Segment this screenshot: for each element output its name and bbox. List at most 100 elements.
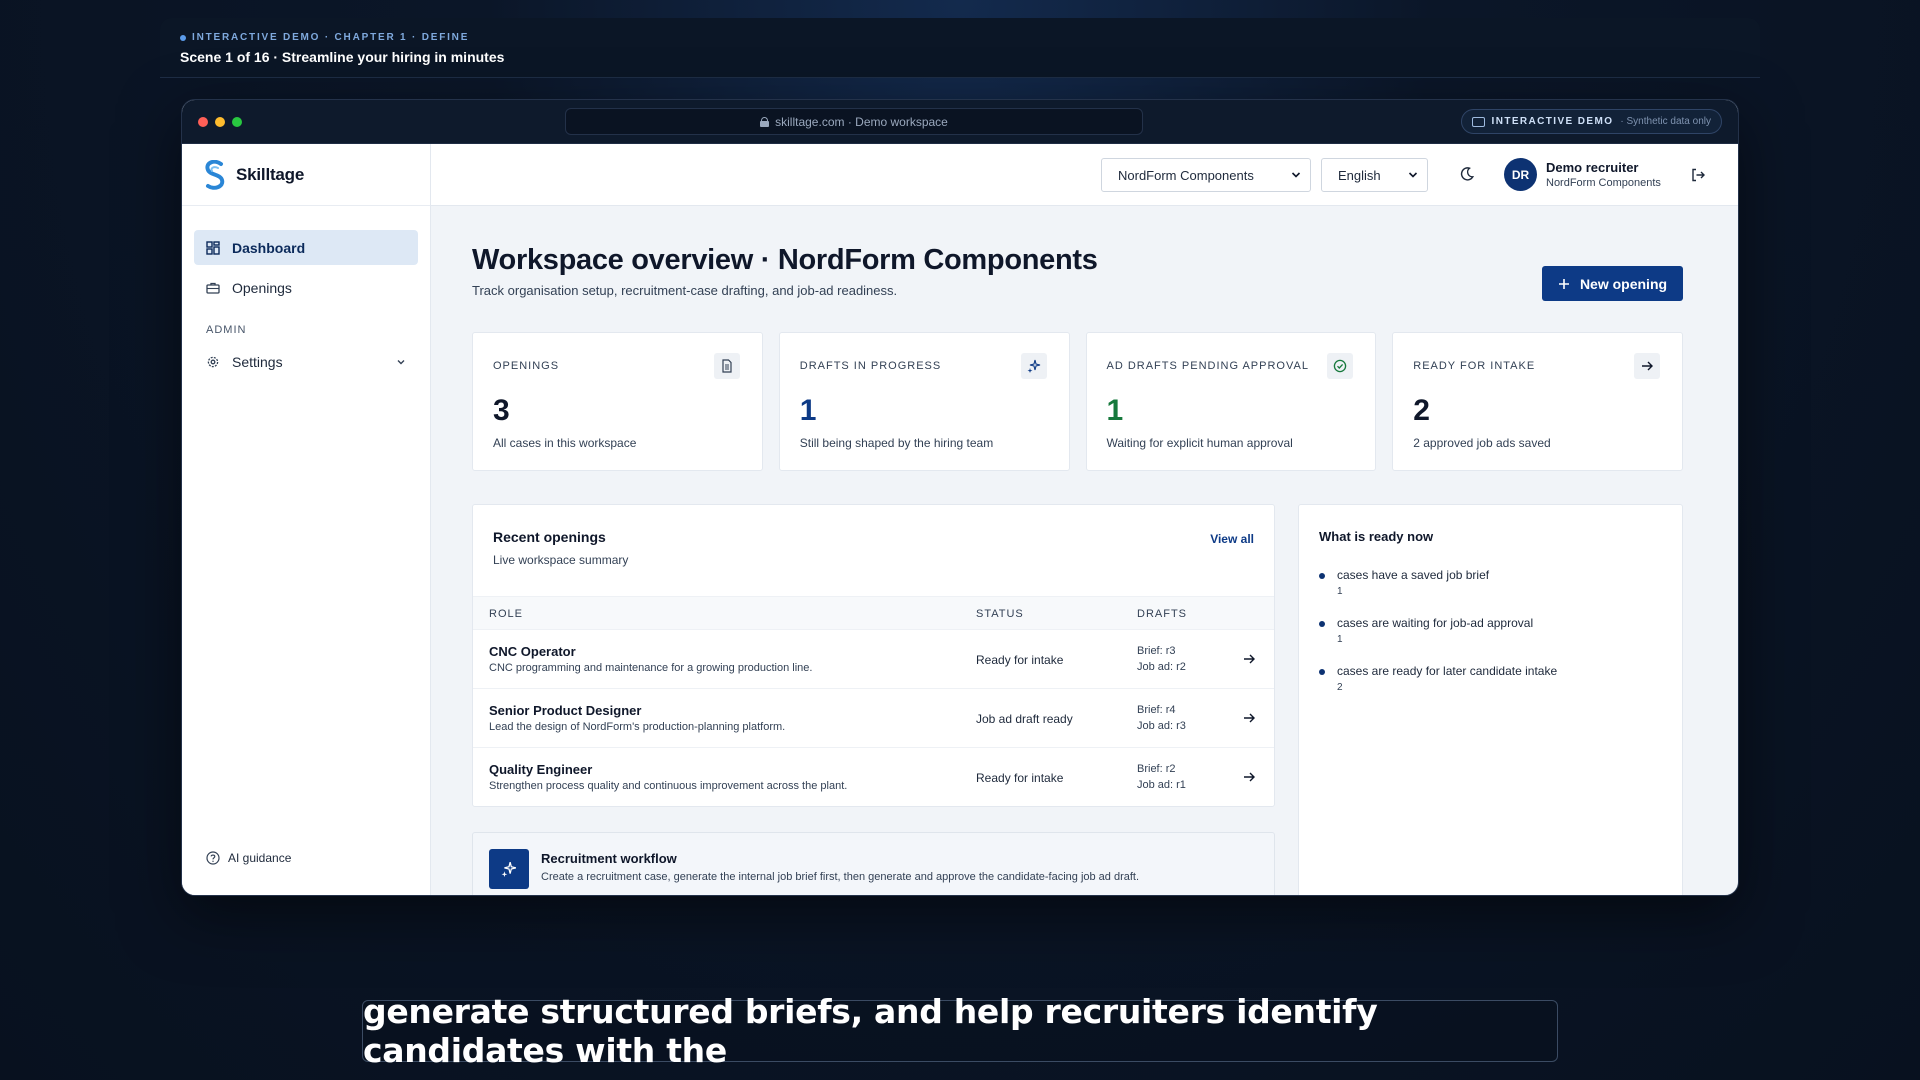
ai-guidance-link[interactable]: AI guidance bbox=[206, 851, 291, 865]
bullet-icon bbox=[1319, 573, 1325, 579]
skilltage-logo-icon bbox=[205, 159, 225, 190]
stat-value: 3 bbox=[493, 394, 510, 427]
sparkle-icon bbox=[489, 849, 529, 889]
role-description: Strengthen process quality and continuou… bbox=[489, 780, 848, 792]
jobad-revision: Job ad: r1 bbox=[1137, 779, 1186, 791]
app-shell: Skilltage Dashboard Openings ADMIN Setti… bbox=[182, 144, 1738, 895]
role-title: Senior Product Designer bbox=[489, 703, 642, 718]
column-header-drafts: DRAFTS bbox=[1137, 608, 1187, 620]
sidebar-section-admin: ADMIN bbox=[206, 324, 247, 336]
ready-now-card: What is ready now cases have a saved job… bbox=[1298, 504, 1683, 895]
table-row[interactable]: CNC Operator CNC programming and mainten… bbox=[473, 630, 1274, 689]
workflow-description: Create a recruitment case, generate the … bbox=[541, 871, 1140, 883]
ready-item-text: cases are waiting for job-ad approval bbox=[1337, 616, 1534, 630]
avatar[interactable]: DR bbox=[1504, 158, 1537, 191]
briefcase-icon bbox=[206, 282, 220, 294]
status-text: Ready for intake bbox=[976, 653, 1064, 667]
role-description: CNC programming and maintenance for a gr… bbox=[489, 662, 813, 674]
role-title: CNC Operator bbox=[489, 644, 576, 659]
status-dot-icon bbox=[180, 34, 186, 41]
sidebar-item-openings[interactable]: Openings bbox=[194, 270, 418, 305]
new-opening-button[interactable]: New opening bbox=[1542, 266, 1683, 301]
arrow-right-icon[interactable] bbox=[1242, 770, 1256, 784]
sidebar-item-dashboard[interactable]: Dashboard bbox=[194, 230, 418, 265]
scene-kicker: INTERACTIVE DEMO · CHAPTER 1 · DEFINE bbox=[180, 32, 469, 43]
interactive-demo-badge: INTERACTIVE DEMO · Synthetic data only bbox=[1460, 109, 1722, 134]
scene-title: Scene 1 of 16 · Streamline your hiring i… bbox=[180, 49, 505, 65]
column-header-status: STATUS bbox=[976, 608, 1024, 620]
address-bar[interactable]: skilltage.com · Demo workspace bbox=[565, 108, 1143, 135]
brief-revision: Brief: r3 bbox=[1137, 645, 1176, 657]
workflow-title: Recruitment workflow bbox=[541, 851, 677, 866]
scene-kicker-text: INTERACTIVE DEMO · CHAPTER 1 · DEFINE bbox=[192, 32, 470, 43]
role-title: Quality Engineer bbox=[489, 762, 593, 777]
ready-item-count: 2 bbox=[1337, 682, 1343, 693]
sparkle-icon bbox=[1020, 353, 1047, 379]
demo-badge-label: INTERACTIVE DEMO bbox=[1491, 116, 1614, 127]
main-content: NordForm Components English DR Demo recr… bbox=[431, 144, 1738, 895]
chevron-down-icon bbox=[1291, 172, 1301, 178]
user-name: Demo recruiter bbox=[1546, 160, 1639, 175]
document-icon bbox=[713, 353, 740, 379]
organisation-select[interactable]: NordForm Components bbox=[1101, 158, 1311, 192]
stat-card-ad-drafts-pending: AD DRAFTS PENDING APPROVAL 1 Waiting for… bbox=[1085, 332, 1377, 471]
status-text: Job ad draft ready bbox=[976, 712, 1073, 726]
stat-label: OPENINGS bbox=[493, 360, 560, 372]
recent-openings-title: Recent openings bbox=[493, 529, 606, 545]
ready-item-text: cases are ready for later candidate inta… bbox=[1337, 664, 1558, 678]
maximize-window-button[interactable] bbox=[232, 117, 242, 127]
stat-description: Still being shaped by the hiring team bbox=[799, 436, 994, 450]
bullet-icon bbox=[1319, 669, 1325, 675]
monitor-icon bbox=[1471, 116, 1485, 127]
gear-icon bbox=[207, 356, 219, 367]
status-text: Ready for intake bbox=[976, 771, 1064, 785]
sidebar-item-label: Settings bbox=[232, 353, 283, 370]
stat-value: 1 bbox=[799, 394, 817, 427]
address-text: skilltage.com · Demo workspace bbox=[775, 114, 948, 129]
table-row[interactable]: Senior Product Designer Lead the design … bbox=[473, 689, 1274, 748]
stat-description: 2 approved job ads saved bbox=[1413, 436, 1551, 450]
ready-item-count: 1 bbox=[1337, 586, 1343, 597]
close-window-button[interactable] bbox=[198, 117, 208, 127]
brand[interactable]: Skilltage bbox=[182, 144, 430, 206]
ready-item-count: 1 bbox=[1337, 634, 1343, 645]
plus-icon bbox=[1558, 278, 1569, 289]
new-opening-label: New opening bbox=[1579, 275, 1668, 292]
stat-label: DRAFTS IN PROGRESS bbox=[799, 360, 942, 372]
view-all-link[interactable]: View all bbox=[1210, 532, 1254, 546]
stat-value: 1 bbox=[1106, 394, 1124, 427]
scene-banner: INTERACTIVE DEMO · CHAPTER 1 · DEFINE Sc… bbox=[160, 18, 1760, 78]
stat-card-drafts-in-progress: DRAFTS IN PROGRESS 1 Still being shaped … bbox=[778, 332, 1070, 471]
topbar: NordForm Components English DR Demo recr… bbox=[431, 144, 1738, 206]
organisation-select-value: NordForm Components bbox=[1118, 167, 1254, 183]
window-controls bbox=[198, 117, 242, 127]
brand-name: Skilltage bbox=[236, 164, 305, 184]
jobad-revision: Job ad: r2 bbox=[1137, 661, 1186, 673]
table-row[interactable]: Quality Engineer Strengthen process qual… bbox=[473, 748, 1274, 806]
stat-value: 2 bbox=[1413, 394, 1430, 427]
minimize-window-button[interactable] bbox=[215, 117, 225, 127]
chevron-down-icon bbox=[1408, 172, 1418, 178]
logout-icon[interactable] bbox=[1690, 167, 1706, 183]
role-description: Lead the design of NordForm's production… bbox=[489, 721, 786, 733]
sidebar: Skilltage Dashboard Openings ADMIN Setti… bbox=[182, 144, 431, 895]
page-subtitle: Track organisation setup, recruitment-ca… bbox=[472, 283, 898, 298]
arrow-right-icon[interactable] bbox=[1242, 652, 1256, 666]
recent-openings-subtitle: Live workspace summary bbox=[493, 553, 629, 567]
theme-toggle-moon-icon[interactable] bbox=[1459, 166, 1475, 182]
stats-row: OPENINGS 3 All cases in this workspace D… bbox=[472, 332, 1683, 471]
ready-item-text: cases have a saved job brief bbox=[1337, 568, 1490, 582]
ai-guidance-label: AI guidance bbox=[228, 851, 292, 865]
chevron-down-icon bbox=[397, 359, 405, 364]
user-organisation: NordForm Components bbox=[1546, 177, 1661, 189]
dashboard-icon bbox=[206, 240, 220, 255]
table-header: ROLE STATUS DRAFTS bbox=[473, 596, 1274, 630]
help-circle-icon bbox=[206, 851, 220, 865]
arrow-right-icon[interactable] bbox=[1242, 711, 1256, 725]
lock-icon bbox=[760, 116, 770, 127]
ready-now-title: What is ready now bbox=[1319, 529, 1434, 544]
check-circle-icon bbox=[1327, 353, 1354, 379]
brief-revision: Brief: r2 bbox=[1137, 763, 1176, 775]
sidebar-item-settings[interactable]: Settings bbox=[194, 344, 418, 379]
language-select[interactable]: English bbox=[1321, 158, 1428, 192]
